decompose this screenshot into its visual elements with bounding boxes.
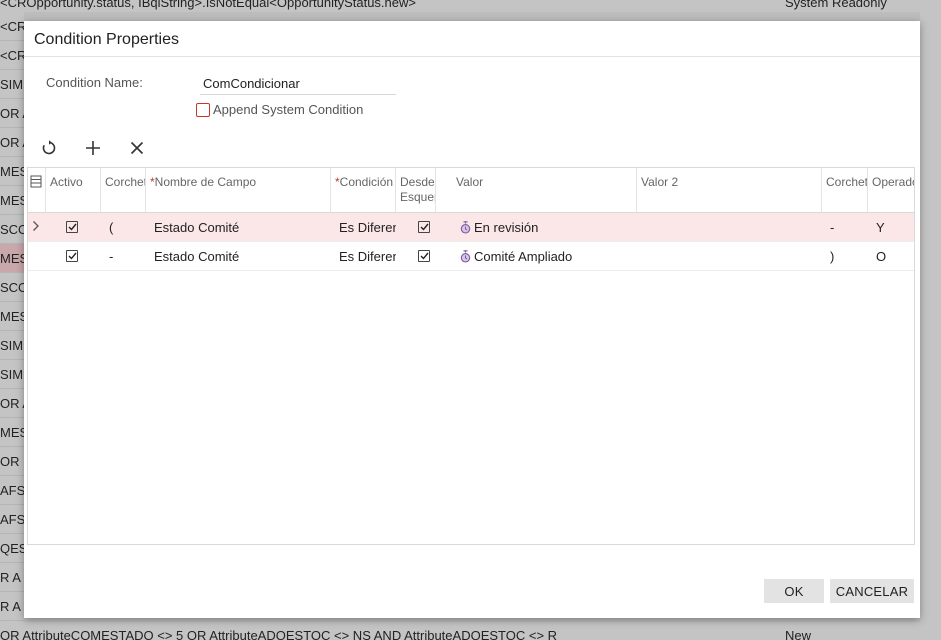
- cancel-button[interactable]: CANCELAR: [830, 579, 914, 603]
- column-settings-icon: [30, 175, 42, 188]
- column-header-value2[interactable]: Valor 2: [637, 168, 822, 213]
- add-row-button[interactable]: [80, 135, 106, 161]
- background-list-item: MES: [0, 302, 24, 331]
- background-footer: OR AttributeCOMESTADO <> 5 OR AttributeA…: [0, 622, 941, 640]
- conditions-grid: Activo Corchete *Nombre de Campo *Condic…: [27, 167, 915, 545]
- checkmark-icon: [68, 252, 77, 260]
- value2-cell[interactable]: [637, 213, 822, 242]
- checkmark-icon: [68, 223, 77, 231]
- condition-properties-dialog: Condition Properties Condition Name: App…: [24, 21, 920, 618]
- checkmark-icon: [420, 223, 429, 231]
- field-name-cell[interactable]: Estado Comité: [146, 242, 331, 271]
- column-header-field-name[interactable]: *Nombre de Campo: [146, 168, 331, 213]
- column-header-operator[interactable]: Operador: [868, 168, 914, 213]
- background-list-item: OR: [0, 447, 24, 476]
- background-list-item: SIMB: [0, 331, 24, 360]
- value-cell[interactable]: En revisión: [452, 213, 637, 242]
- close-bracket-cell[interactable]: ): [822, 242, 868, 271]
- background-list-item: R A: [0, 592, 24, 621]
- background-list-item: OR A: [0, 128, 24, 157]
- column-header-condition[interactable]: *Condición: [331, 168, 396, 213]
- flask-icon: [460, 221, 471, 234]
- background-list-item: MES: [0, 157, 24, 186]
- background-top-right-text: System Readonly: [785, 0, 887, 10]
- delete-row-button[interactable]: [124, 135, 150, 161]
- open-bracket-cell[interactable]: -: [101, 242, 146, 271]
- condition-name-label: Condition Name:: [46, 75, 143, 90]
- operator-cell[interactable]: O: [868, 242, 914, 271]
- grid-header: Activo Corchete *Nombre de Campo *Condic…: [28, 168, 914, 213]
- checkmark-icon: [420, 252, 429, 260]
- background-list-item: QES: [0, 534, 24, 563]
- active-checkbox[interactable]: [66, 250, 78, 262]
- open-bracket-cell[interactable]: (: [101, 213, 146, 242]
- background-header: <CROpportunity.status, IBqlString>.IsNot…: [0, 0, 941, 12]
- column-header-close-bracket[interactable]: Corchete: [822, 168, 868, 213]
- background-list-item: <CR: [0, 41, 24, 70]
- background-list-item: SCO: [0, 273, 24, 302]
- from-schema-checkbox[interactable]: [418, 221, 430, 233]
- column-header-value[interactable]: Valor: [452, 168, 637, 213]
- value2-cell[interactable]: [637, 242, 822, 271]
- refresh-button[interactable]: [36, 135, 62, 161]
- close-bracket-cell[interactable]: -: [822, 213, 868, 242]
- background-list-item: AFS: [0, 505, 24, 534]
- condition-cell[interactable]: Es Diferente: [331, 242, 396, 271]
- background-bottom-right-text: New: [785, 628, 812, 640]
- append-system-condition-label: Append System Condition: [213, 102, 364, 117]
- background-list-item: AFS: [0, 476, 24, 505]
- from-schema-checkbox[interactable]: [418, 250, 430, 262]
- column-header-active[interactable]: Activo: [46, 168, 101, 213]
- ok-button[interactable]: OK: [764, 579, 824, 603]
- row-selector-icon: [33, 221, 39, 231]
- table-row[interactable]: ( Estado Comité Es Diferente En revisión…: [28, 213, 914, 242]
- background-list-item: MES: [0, 244, 24, 273]
- operator-cell[interactable]: Y: [868, 213, 914, 242]
- background-list-item: SIMB: [0, 70, 24, 99]
- background-bottom-text: OR AttributeCOMESTADO <> 5 OR AttributeA…: [0, 628, 558, 640]
- condition-name-input[interactable]: [200, 72, 396, 95]
- table-row[interactable]: - Estado Comité Es Diferente Comité Ampl…: [28, 242, 914, 271]
- background-list-item: <CR: [0, 12, 24, 41]
- column-header-from-schema[interactable]: Desde Esquema: [396, 168, 436, 213]
- refresh-icon: [42, 140, 56, 155]
- flask-icon: [460, 250, 471, 263]
- background-list-item: OR A: [0, 389, 24, 418]
- column-header-open-bracket[interactable]: Corchete: [101, 168, 146, 213]
- background-top-text: <CROpportunity.status, IBqlString>.IsNot…: [0, 0, 416, 10]
- column-chooser-cell[interactable]: [28, 168, 46, 213]
- value-cell[interactable]: Comité Ampliado: [452, 242, 637, 271]
- background-list-item: OR A: [0, 99, 24, 128]
- condition-cell[interactable]: Es Diferente: [331, 213, 396, 242]
- background-right-edge: [920, 12, 941, 622]
- dialog-title: Condition Properties: [34, 31, 179, 48]
- title-divider: [24, 56, 920, 57]
- background-list-item: SIMB: [0, 360, 24, 389]
- field-name-cell[interactable]: Estado Comité: [146, 213, 331, 242]
- plus-icon: [86, 141, 100, 155]
- background-list-item: SCO: [0, 215, 24, 244]
- background-list-item: R A: [0, 563, 24, 592]
- background-list-item: MES: [0, 418, 24, 447]
- background-list-item: MES: [0, 186, 24, 215]
- active-checkbox[interactable]: [66, 221, 78, 233]
- append-system-condition-checkbox[interactable]: [196, 103, 210, 117]
- close-icon: [130, 141, 144, 155]
